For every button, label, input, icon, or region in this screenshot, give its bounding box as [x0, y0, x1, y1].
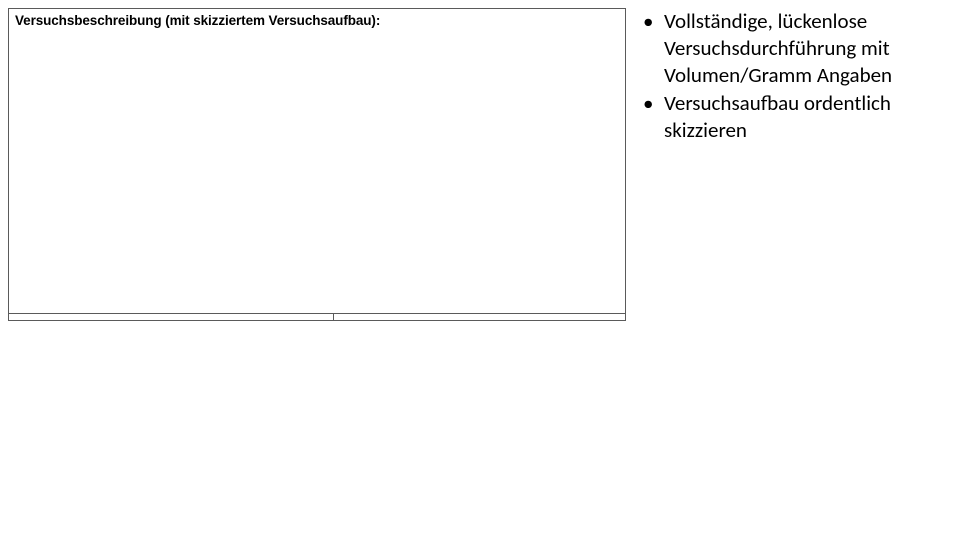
list-item: Versuchsaufbau ordentlich skizzieren: [636, 90, 946, 144]
bullet-list: Vollständige, lückenlose Versuchsdurchfü…: [636, 8, 946, 144]
experiment-description-box: Versuchsbeschreibung (mit skizziertem Ve…: [8, 8, 626, 314]
table-bottom-right: [334, 314, 626, 321]
slide: Versuchsbeschreibung (mit skizziertem Ve…: [0, 0, 960, 540]
table-bottom-left: [8, 314, 334, 321]
list-item: Vollständige, lückenlose Versuchsdurchfü…: [636, 8, 946, 89]
table-bottom-cells: [8, 314, 626, 321]
box-label: Versuchsbeschreibung (mit skizziertem Ve…: [15, 13, 380, 28]
